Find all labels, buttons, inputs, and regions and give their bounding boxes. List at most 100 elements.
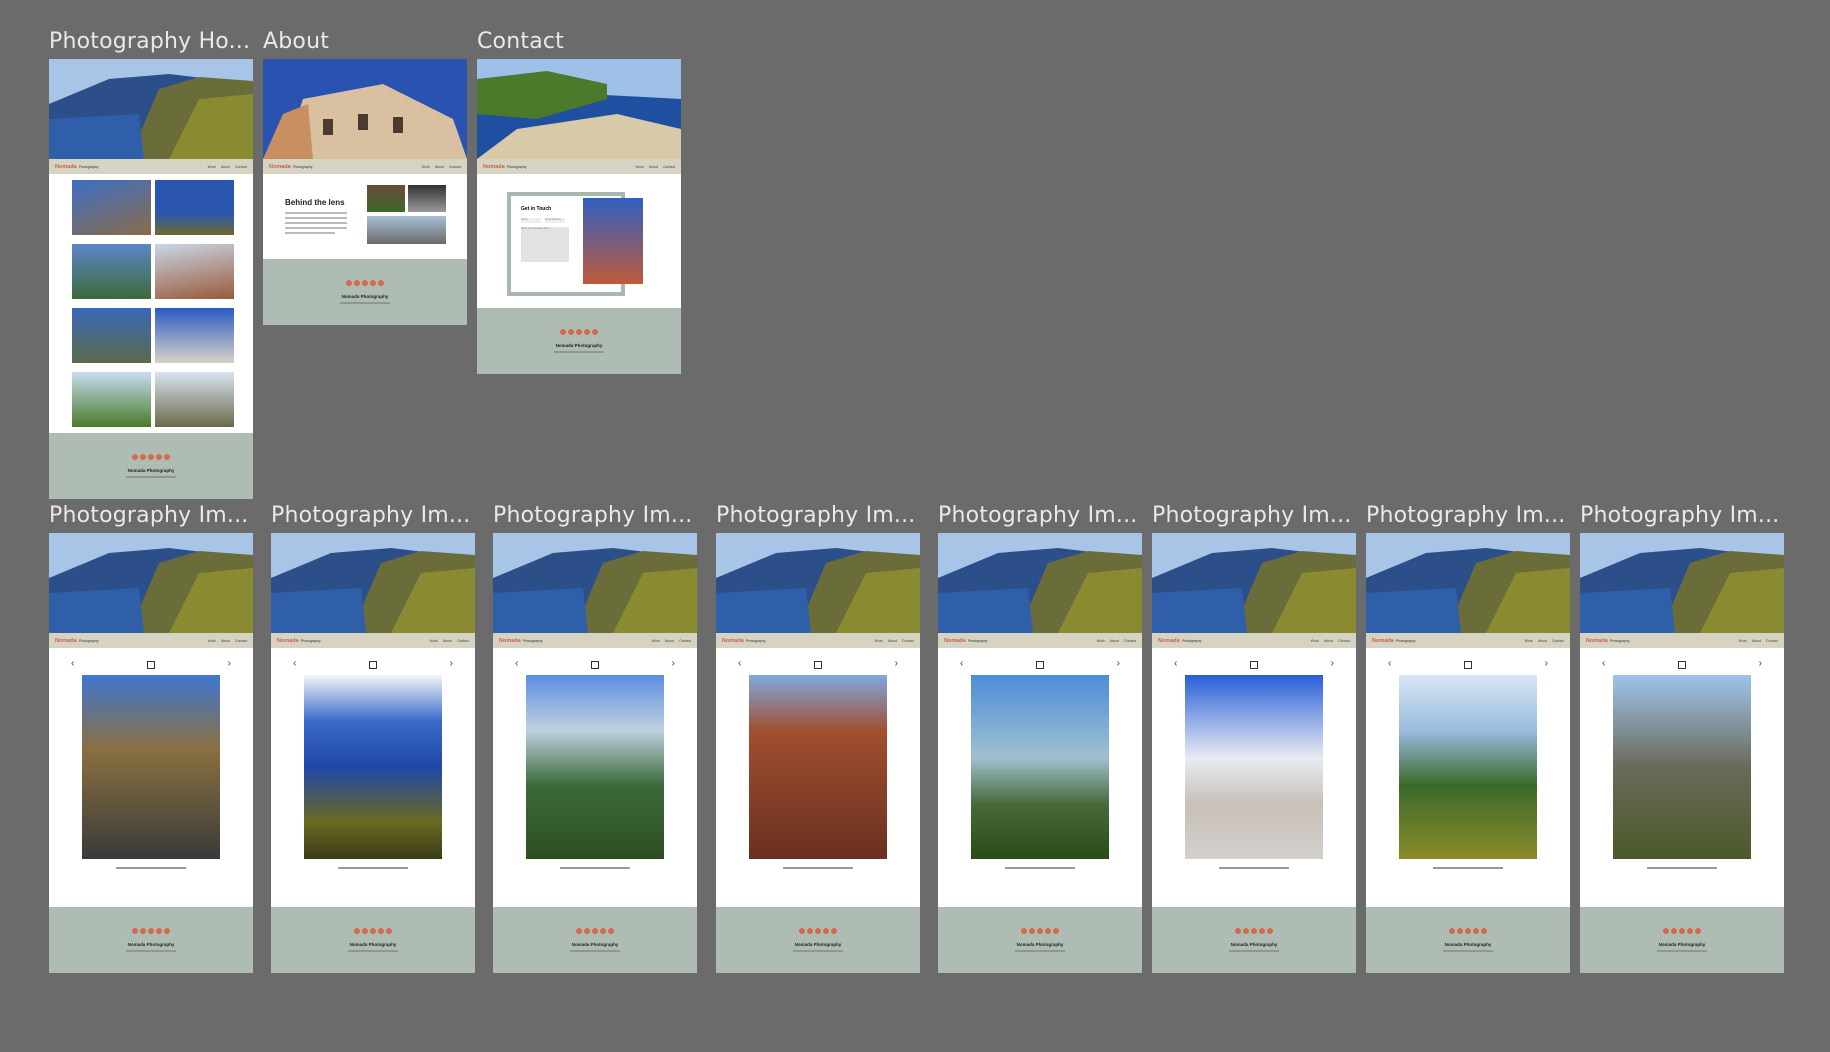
brand-logo[interactable]: Nomada Photography [722,638,766,644]
nav-work[interactable]: Work [422,165,430,169]
nav-contact[interactable]: Contact [663,165,675,169]
brand-logo[interactable]: Nomada Photography [499,638,543,644]
nav-about[interactable]: About [435,165,444,169]
gallery-thumb[interactable] [155,372,234,427]
social-icons[interactable] [560,329,598,335]
frame-title[interactable]: Photography Im... [716,503,926,528]
prev-arrow-icon[interactable]: ‹ [738,658,741,669]
gallery-grid-icon[interactable] [814,661,822,669]
prev-arrow-icon[interactable]: ‹ [71,658,74,669]
frame-title[interactable]: Photography Im... [49,503,259,528]
nav-contact[interactable]: Contact [1124,639,1136,643]
gallery-grid-icon[interactable] [147,661,155,669]
frame-title[interactable]: About [263,29,473,54]
nav-work[interactable]: Work [1739,639,1747,643]
nav-work[interactable]: Work [1525,639,1533,643]
gallery-thumb[interactable] [72,372,151,427]
next-arrow-icon[interactable]: › [895,658,898,669]
gallery-grid-icon[interactable] [1036,661,1044,669]
brand-logo[interactable]: Nomada Photography [277,638,321,644]
gallery-thumb[interactable] [155,244,234,299]
prev-arrow-icon[interactable]: ‹ [1602,658,1605,669]
nav-work[interactable]: Work [430,639,438,643]
nav-about[interactable]: About [1752,639,1761,643]
social-icons[interactable] [1663,928,1701,934]
frame-title[interactable]: Photography Im... [938,503,1148,528]
nav-work[interactable]: Work [875,639,883,643]
prev-arrow-icon[interactable]: ‹ [1174,658,1177,669]
brand-logo[interactable]: Nomada Photography [1158,638,1202,644]
nav-contact[interactable]: Contact [449,165,461,169]
nav-contact[interactable]: Contact [1338,639,1350,643]
frame-title[interactable]: Photography Ho... [49,29,259,54]
prev-arrow-icon[interactable]: ‹ [1388,658,1391,669]
nav-contact[interactable]: Contact [235,165,247,169]
gallery-thumb[interactable] [155,308,234,363]
nav-about[interactable]: About [649,165,658,169]
gallery-thumb[interactable] [72,244,151,299]
email-field[interactable]: Email address [545,218,565,223]
prev-arrow-icon[interactable]: ‹ [515,658,518,669]
gallery-grid-icon[interactable] [1250,661,1258,669]
nav-about[interactable]: About [665,639,674,643]
frame-title[interactable]: Photography Im... [1580,503,1790,528]
frame-title[interactable]: Photography Im... [1366,503,1576,528]
nav-work[interactable]: Work [208,165,216,169]
gallery-thumb[interactable] [72,308,151,363]
social-icons[interactable] [799,928,837,934]
nav-about[interactable]: About [1538,639,1547,643]
brand-logo[interactable]: Nomada Photography [1372,638,1416,644]
frame-title[interactable]: Contact [477,29,687,54]
nav-about[interactable]: About [1110,639,1119,643]
nav-work[interactable]: Work [652,639,660,643]
prev-arrow-icon[interactable]: ‹ [293,658,296,669]
social-icons[interactable] [1449,928,1487,934]
name-field[interactable]: Name [521,218,541,223]
nav-about[interactable]: About [221,165,230,169]
gallery-grid-icon[interactable] [369,661,377,669]
next-arrow-icon[interactable]: › [1331,658,1334,669]
next-arrow-icon[interactable]: › [1117,658,1120,669]
nav-contact[interactable]: Contact [1552,639,1564,643]
frame-title[interactable]: Photography Im... [493,503,703,528]
social-icons[interactable] [354,928,392,934]
social-icons[interactable] [132,928,170,934]
gallery-grid-icon[interactable] [1464,661,1472,669]
nav-work[interactable]: Work [636,165,644,169]
next-arrow-icon[interactable]: › [1759,658,1762,669]
next-arrow-icon[interactable]: › [672,658,675,669]
nav-about[interactable]: About [888,639,897,643]
brand-logo[interactable]: Nomada Photography [269,164,313,170]
next-arrow-icon[interactable]: › [1545,658,1548,669]
next-arrow-icon[interactable]: › [228,658,231,669]
frame-title[interactable]: Photography Im... [1152,503,1362,528]
social-icons[interactable] [1021,928,1059,934]
nav-about[interactable]: About [221,639,230,643]
nav-contact[interactable]: Contact [457,639,469,643]
nav-contact[interactable]: Contact [1766,639,1778,643]
brand-logo[interactable]: Nomada Photography [55,638,99,644]
nav-work[interactable]: Work [208,639,216,643]
brand-logo[interactable]: Nomada Photography [1586,638,1630,644]
prev-arrow-icon[interactable]: ‹ [960,658,963,669]
nav-about[interactable]: About [443,639,452,643]
social-icons[interactable] [346,280,384,286]
social-icons[interactable] [576,928,614,934]
gallery-thumb[interactable] [155,180,234,235]
message-field[interactable]: Write your message here [521,227,569,262]
social-icons[interactable] [132,454,170,460]
nav-contact[interactable]: Contact [902,639,914,643]
brand-logo[interactable]: Nomada Photography [944,638,988,644]
gallery-thumb[interactable] [72,180,151,235]
gallery-grid-icon[interactable] [1678,661,1686,669]
social-icons[interactable] [1235,928,1273,934]
next-arrow-icon[interactable]: › [450,658,453,669]
gallery-grid-icon[interactable] [591,661,599,669]
nav-contact[interactable]: Contact [235,639,247,643]
brand-logo[interactable]: Nomada Photography [55,164,99,170]
frame-title[interactable]: Photography Im... [271,503,481,528]
nav-work[interactable]: Work [1097,639,1105,643]
brand-logo[interactable]: Nomada Photography [483,164,527,170]
nav-work[interactable]: Work [1311,639,1319,643]
nav-about[interactable]: About [1324,639,1333,643]
